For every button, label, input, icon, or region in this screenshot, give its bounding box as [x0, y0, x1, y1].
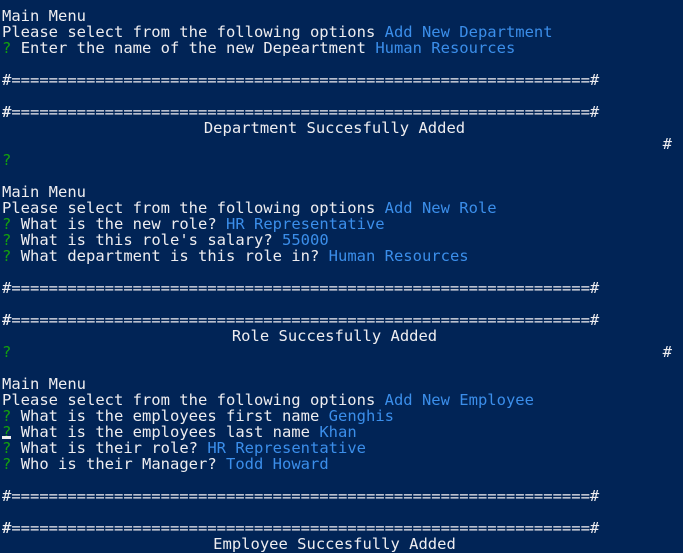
question-line: ? What is their role? HR Representative	[2, 440, 366, 456]
select-answer: Add New Employee	[384, 391, 534, 409]
menu-title: Main Menu	[2, 183, 86, 201]
banner-row: # Department Succesfully Added #	[2, 88, 672, 152]
banner-row: # Role Succesfully Added #	[2, 296, 672, 360]
menu-title: Main Menu	[2, 375, 86, 393]
question-mark-icon: ?	[2, 423, 12, 441]
banner-text: Employee Succesfully Added	[213, 535, 456, 553]
select-answer: Add New Role	[384, 199, 497, 217]
banner-rule-bottom: #=======================================…	[2, 520, 600, 536]
question-line: ? What is this role's salary? 55000	[2, 232, 329, 248]
question-answer: Human Resources	[375, 39, 516, 57]
question-mark-icon: ?	[2, 39, 12, 57]
question-answer: Todd Howard	[226, 455, 329, 473]
question-line: ? Enter the name of the new Depeartment …	[2, 40, 515, 56]
question-line: ? What is the employees last name Khan	[2, 424, 357, 440]
banner-rule-top: #=======================================…	[2, 488, 600, 504]
menu-title: Main Menu	[2, 7, 86, 25]
question-answer: Human Resources	[328, 247, 469, 265]
question-mark-icon: ?	[2, 455, 12, 473]
select-line: Please select from the following options…	[2, 24, 553, 40]
banner-rule-bottom: #=======================================…	[2, 104, 600, 120]
question-text: What department is this role in?	[20, 247, 320, 265]
terminal-window[interactable]: Main Menu Please select from the followi…	[0, 0, 683, 553]
banner-text: Role Succesfully Added	[231, 327, 438, 345]
question-line: ? Who is their Manager? Todd Howard	[2, 456, 329, 472]
question-mark-icon: ?	[2, 247, 12, 265]
banner-rule-top: #=======================================…	[2, 280, 600, 296]
select-line: Please select from the following options…	[2, 200, 497, 216]
banner-rule-top: #=======================================…	[2, 72, 600, 88]
idle-prompt: ?	[2, 151, 12, 169]
banner-text: Department Succesfully Added	[203, 119, 466, 137]
question-line: ? What department is this role in? Human…	[2, 248, 469, 264]
banner-rule-bottom: #=======================================…	[2, 312, 600, 328]
question-text: Who is their Manager?	[20, 455, 217, 473]
select-line: Please select from the following options…	[2, 392, 534, 408]
question-line: ? What is the employees first name Gengh…	[2, 408, 394, 424]
banner-hash-right: #	[662, 135, 672, 153]
banner-row: # Employee Succesfully Added #	[2, 504, 672, 553]
idle-prompt: ?	[2, 343, 12, 361]
question-text: Enter the name of the new Depeartment	[20, 39, 366, 57]
question-line: ? What is the new role? HR Representativ…	[2, 216, 385, 232]
banner-hash-right: #	[662, 343, 672, 361]
